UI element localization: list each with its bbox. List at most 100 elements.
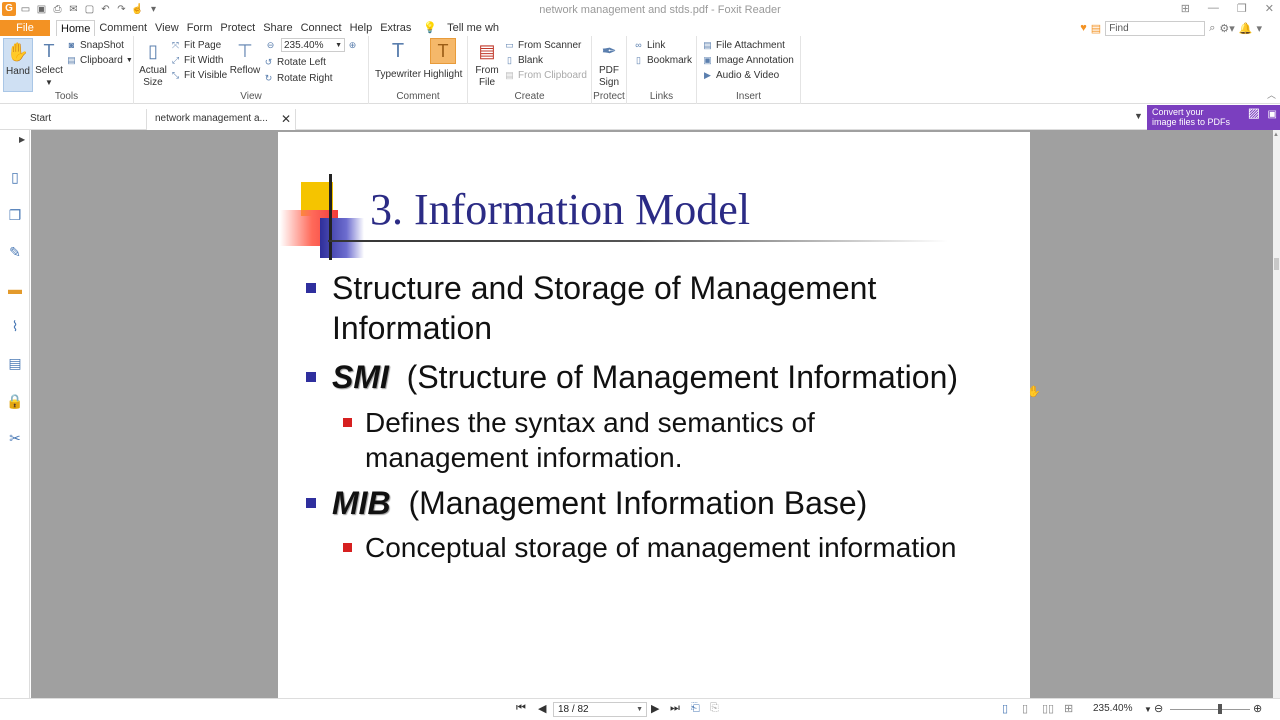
fit-width-button[interactable]: ⤢ Fit Width (170, 53, 224, 67)
previous-page-icon[interactable]: ◀ (538, 702, 546, 715)
close-tab-icon[interactable]: ✕ (281, 109, 291, 129)
pages-icon[interactable]: ▯ (6, 168, 24, 186)
title-bar: G ▭ ▣ ⎙ ✉ ▢ ↶ ↷ ☝ ▾ network management a… (0, 0, 1280, 20)
minimize-button[interactable]: — (1208, 2, 1219, 15)
camera-icon: ◙ (68, 40, 75, 50)
rotate-left-button[interactable]: ↺ Rotate Left (263, 55, 326, 69)
single-page-icon[interactable]: ▯ (1002, 702, 1008, 715)
continuous-facing-icon[interactable]: ⊞ (1064, 702, 1073, 715)
audio-video-button[interactable]: ▶ Audio & Video (702, 68, 779, 82)
hand-button[interactable]: ✋ Hand (3, 38, 33, 92)
vertical-scrollbar[interactable]: ▲ (1273, 130, 1280, 698)
navigation-panel: ▶ ▯ ❐ ✎ ▬ ⌇ ▤ 🔒 ✂ (0, 130, 30, 698)
fit-width-icon: ⤢ (171, 54, 180, 65)
signatures-panel-icon[interactable]: ▤ (6, 354, 24, 372)
snapshot-button[interactable]: ◙ SnapShot (66, 38, 124, 52)
zoom-select[interactable]: 235.40% ▼ (281, 38, 345, 52)
last-page-icon[interactable]: ⏭ (670, 702, 680, 715)
rotate-left-icon: ↺ (264, 56, 273, 67)
menu-extras[interactable]: Extras (376, 20, 415, 36)
continuous-page-icon[interactable]: ▯ (1022, 702, 1028, 715)
menu-comment[interactable]: Comment (95, 20, 151, 36)
scrollbar-thumb[interactable] (1274, 258, 1279, 270)
settings-gear-icon[interactable]: ⚙▾ (1219, 22, 1234, 35)
zoom-in-icon: ⊕ (348, 39, 357, 50)
previous-view-icon[interactable]: ⎗ (691, 702, 700, 715)
menu-share[interactable]: Share (259, 20, 296, 36)
zoom-out-icon[interactable]: ⊖ (1154, 702, 1163, 715)
tab-document-label: network management a... (155, 113, 268, 124)
blank-button[interactable]: ▯ Blank (504, 53, 543, 67)
reflow-button[interactable]: ⊤ Reflow (229, 38, 261, 77)
pdf-sign-button[interactable]: ✒ PDF Sign (594, 38, 624, 89)
zoom-out-icon: ⊖ (266, 39, 275, 50)
reflow-icon: ⊤ (237, 41, 253, 61)
facing-page-icon[interactable]: ▯▯ (1042, 702, 1054, 715)
first-page-icon[interactable]: ⏮ (516, 702, 526, 715)
menu-connect[interactable]: Connect (297, 20, 346, 36)
scroll-up-icon[interactable]: ▲ (1273, 132, 1279, 138)
close-window-button[interactable]: ✕ (1265, 2, 1274, 15)
page-number-input[interactable]: 18 / 82 ▼ (553, 702, 647, 717)
menu-bar: File Home Comment View Form Protect Shar… (0, 20, 1280, 36)
from-clipboard-button[interactable]: ▤ From Clipboard (504, 68, 587, 82)
menu-view[interactable]: View (151, 20, 183, 36)
search-icon[interactable]: ⌕ (1209, 22, 1215, 35)
typewriter-button[interactable]: T Typewriter (373, 38, 423, 81)
notification-bell-icon[interactable]: 🔔 (1239, 22, 1253, 35)
select-button[interactable]: T Select ▼ (34, 38, 64, 89)
next-view-icon[interactable]: ⎘ (710, 702, 719, 715)
layers-icon[interactable]: ❐ (6, 206, 24, 224)
find-input[interactable]: Find (1105, 20, 1206, 36)
search-tools-icon[interactable]: ✂ (6, 429, 24, 447)
link-button[interactable]: ∞ Link (633, 38, 665, 52)
bookmarks-panel-icon[interactable]: ✎ (6, 243, 24, 261)
convert-promo-banner[interactable]: Convert your image files to PDFs ▨ ▣ (1147, 105, 1280, 130)
tab-list-dropdown-icon[interactable]: ▼ (1134, 111, 1143, 121)
zoom-slider[interactable] (1170, 709, 1250, 710)
security-lock-icon[interactable]: 🔒 (6, 392, 24, 410)
fit-page-button[interactable]: ⤧ Fit Page (170, 38, 221, 52)
comments-panel-icon[interactable]: ▬ (6, 280, 24, 298)
tell-me-box[interactable]: 💡 Tell me wh (415, 20, 507, 36)
tab-document[interactable]: network management a... ✕ (146, 109, 296, 130)
bookmark-button[interactable]: ▯ Bookmark (633, 53, 692, 67)
highlight-button[interactable]: T Highlight (423, 38, 463, 81)
fit-visible-icon: ⤡ (171, 69, 180, 80)
maximize-button[interactable]: ❐ (1237, 2, 1247, 15)
actual-size-button[interactable]: ▯ Actual Size (138, 38, 168, 89)
expand-panel-icon[interactable]: ▶ (19, 135, 25, 144)
menu-protect[interactable]: Protect (216, 20, 259, 36)
next-page-icon[interactable]: ▶ (651, 702, 659, 715)
bullet-2: SMI (Structure of Management Information… (306, 357, 958, 397)
zoom-in-icon[interactable]: ⊕ (1253, 702, 1262, 715)
folder-icon[interactable]: ▤ (1091, 22, 1101, 35)
attachments-panel-icon[interactable]: ⌇ (6, 317, 24, 335)
clipboard-button[interactable]: ▤ Clipboard ▼ (66, 53, 133, 67)
ribbon-options-icon[interactable]: ▾ (1256, 22, 1262, 35)
menu-home[interactable]: Home (56, 20, 96, 36)
zoom-out-button[interactable]: ⊖ (265, 38, 276, 52)
file-menu[interactable]: File (0, 20, 50, 36)
zoom-in-button[interactable]: ⊕ (347, 38, 358, 52)
from-file-button[interactable]: ▤ From File (472, 38, 502, 89)
menu-form[interactable]: Form (183, 20, 217, 36)
slide-title: 3. Information Model (370, 185, 751, 234)
comment-group-label: Comment (396, 91, 440, 102)
menu-help[interactable]: Help (346, 20, 377, 36)
file-attachment-button[interactable]: ▤ File Attachment (702, 38, 785, 52)
subbullet-2: Conceptual storage of management informa… (343, 530, 956, 565)
restore-tiles-icon[interactable]: ⊞ (1181, 2, 1190, 15)
heart-icon[interactable]: ♥ (1080, 22, 1087, 34)
tab-start[interactable]: Start (22, 109, 142, 130)
rotate-right-button[interactable]: ↻ Rotate Right (263, 71, 333, 85)
window-controls: ⊞ — ❐ ✕ (1181, 2, 1274, 15)
zoom-slider-knob[interactable] (1218, 704, 1222, 714)
actual-size-icon: ▯ (148, 41, 158, 61)
document-viewport[interactable]: 3. Information Model Structure and Stora… (31, 130, 1273, 698)
zoom-dropdown-icon[interactable]: ▼ (1144, 705, 1152, 714)
from-scanner-button[interactable]: ▭ From Scanner (504, 38, 581, 52)
image-annotation-button[interactable]: ▣ Image Annotation (702, 53, 794, 67)
collapse-ribbon-icon[interactable]: ︿ (1267, 88, 1276, 101)
fit-visible-button[interactable]: ⤡ Fit Visible (170, 68, 227, 82)
